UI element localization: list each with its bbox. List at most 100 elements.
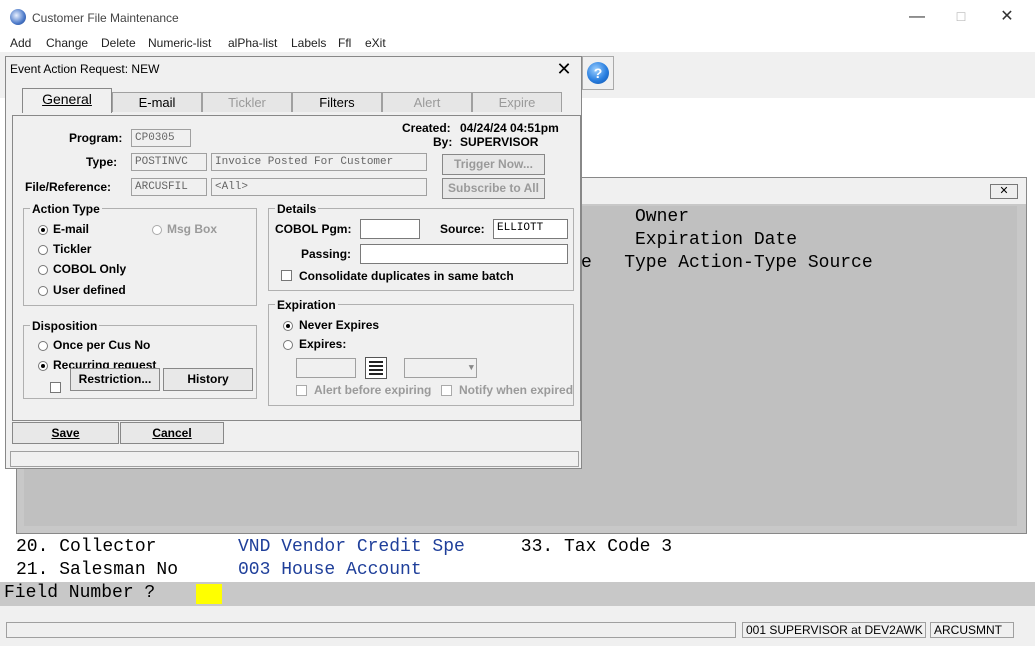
menu-exit[interactable]: eXit: [365, 36, 386, 50]
action-cobol-radio[interactable]: [38, 265, 48, 275]
menu-labels[interactable]: Labels: [291, 36, 326, 50]
dialog-status-bar: [10, 451, 579, 467]
consolidate-checkbox[interactable]: [281, 270, 292, 281]
app-logo-icon: [10, 9, 26, 25]
once-per-cust-label: Once per Cus No: [53, 338, 151, 352]
status-panel-main: [6, 622, 736, 638]
expires-label: Expires:: [299, 337, 347, 351]
maximize-button[interactable]: ☐: [946, 6, 976, 28]
prompt-bar: Field Number ?: [0, 582, 1035, 606]
restriction-checkbox[interactable]: [50, 382, 61, 393]
close-button[interactable]: ✕: [992, 6, 1022, 28]
inner-close-icon[interactable]: ✕: [990, 184, 1018, 199]
action-tickler-label: Tickler: [53, 242, 92, 256]
field-number-input[interactable]: [196, 584, 222, 604]
field-21-value: 003 House Account: [238, 560, 422, 580]
restriction-button[interactable]: Restriction...: [70, 368, 160, 391]
program-label: Program:: [69, 131, 123, 145]
field-number-prompt: Field Number ?: [4, 583, 156, 603]
once-per-cust-radio[interactable]: [38, 341, 48, 351]
event-action-dialog: Event Action Request: NEW ✕ General E-ma…: [5, 56, 582, 469]
alert-before-label: Alert before expiring: [314, 383, 432, 397]
minimize-button[interactable]: —: [902, 6, 932, 28]
action-msgbox-label: Msg Box: [167, 222, 218, 236]
fileref-label: File/Reference:: [25, 180, 112, 194]
type-label: Type:: [86, 155, 118, 169]
menu-ffl[interactable]: Ffl: [338, 36, 351, 50]
menu-delete[interactable]: Delete: [101, 36, 136, 50]
type-code-field[interactable]: POSTINVC: [131, 153, 207, 171]
calendar-icon[interactable]: [365, 357, 387, 379]
field-33-label: 33. Tax Code 3: [510, 537, 673, 557]
tab-email[interactable]: E-mail: [112, 92, 202, 112]
expires-radio[interactable]: [283, 340, 293, 350]
never-expires-radio[interactable]: [283, 321, 293, 331]
created-value: 04/24/24 04:51pm: [460, 121, 559, 135]
menu-alpha-list[interactable]: alPha-list: [228, 36, 277, 50]
program-field[interactable]: CP0305: [131, 129, 191, 147]
subscribe-all-button[interactable]: Subscribe to All: [442, 178, 545, 199]
fileref-all-field[interactable]: <All>: [211, 178, 427, 196]
tab-alert[interactable]: Alert: [382, 92, 472, 112]
header-expiration: Expiration Date: [635, 230, 798, 250]
header-type: e Type Action-Type Source: [581, 253, 873, 273]
tab-expire[interactable]: Expire: [472, 92, 562, 112]
notify-when-checkbox[interactable]: [441, 385, 452, 396]
save-label: Save: [51, 426, 80, 440]
menu-numeric-list[interactable]: Numeric-list: [148, 36, 211, 50]
cancel-label: Cancel: [152, 426, 192, 440]
by-value: SUPERVISOR: [460, 135, 539, 149]
history-button[interactable]: History: [163, 368, 253, 391]
app-titlebar: Customer File Maintenance — ☐ ✕: [0, 0, 1035, 34]
tab-filters[interactable]: Filters: [292, 92, 382, 112]
action-user-defined-radio[interactable]: [38, 286, 48, 296]
help-icon: ?: [587, 62, 609, 84]
passing-input[interactable]: [360, 244, 568, 264]
tab-tickler[interactable]: Tickler: [202, 92, 292, 112]
trigger-now-button[interactable]: Trigger Now...: [442, 154, 545, 175]
alert-before-checkbox[interactable]: [296, 385, 307, 396]
action-email-label: E-mail: [53, 222, 90, 236]
type-desc-field: Invoice Posted For Customer: [211, 153, 427, 171]
action-cobol-label: COBOL Only: [53, 262, 127, 276]
menu-bar: Add Change Delete Numeric-list alPha-lis…: [0, 34, 1035, 52]
passing-label: Passing:: [301, 247, 352, 261]
status-user: 001 SUPERVISOR at DEV2AWK: [742, 622, 926, 638]
field-20-label: 20. Collector: [16, 537, 189, 557]
by-label: By:: [433, 135, 453, 149]
dialog-close-icon[interactable]: ✕: [553, 59, 575, 79]
expire-date-input[interactable]: [296, 358, 356, 378]
action-type-title: Action Type: [30, 202, 102, 216]
expiration-title: Expiration: [275, 298, 338, 312]
tab-general[interactable]: General: [22, 88, 112, 113]
tab-general-label: General: [42, 91, 92, 107]
created-label: Created:: [402, 121, 451, 135]
field-20-value: VND Vendor Credit Spe: [238, 537, 465, 557]
action-user-defined-label: User defined: [53, 283, 126, 297]
action-msgbox-radio[interactable]: [152, 225, 162, 235]
cobol-pgm-label: COBOL Pgm:: [275, 222, 352, 236]
save-button[interactable]: Save: [12, 422, 119, 444]
chevron-down-icon: ▼: [468, 363, 474, 373]
disposition-title: Disposition: [30, 319, 100, 333]
dialog-title: Event Action Request: NEW: [10, 62, 160, 76]
help-button[interactable]: ?: [582, 56, 614, 90]
fileref-field[interactable]: ARCUSFIL: [131, 178, 207, 196]
cobol-pgm-input[interactable]: [360, 219, 420, 239]
cancel-button[interactable]: Cancel: [120, 422, 224, 444]
action-email-radio[interactable]: [38, 225, 48, 235]
menu-change[interactable]: Change: [46, 36, 88, 50]
menu-add[interactable]: Add: [10, 36, 31, 50]
status-program: ARCUSMNT: [930, 622, 1014, 638]
consolidate-label: Consolidate duplicates in same batch: [299, 269, 514, 283]
header-owner: Owner: [635, 207, 690, 227]
field-21-label: 21. Salesman No: [16, 560, 189, 580]
recurring-radio[interactable]: [38, 361, 48, 371]
action-tickler-radio[interactable]: [38, 245, 48, 255]
details-title: Details: [275, 202, 319, 216]
source-input[interactable]: ELLIOTT: [493, 219, 568, 239]
notify-when-label: Notify when expired: [459, 383, 574, 397]
expire-time-select[interactable]: ▼: [404, 358, 477, 378]
never-expires-label: Never Expires: [299, 318, 380, 332]
general-tab-panel: Program: CP0305 Type: POSTINVC Invoice P…: [12, 115, 581, 421]
